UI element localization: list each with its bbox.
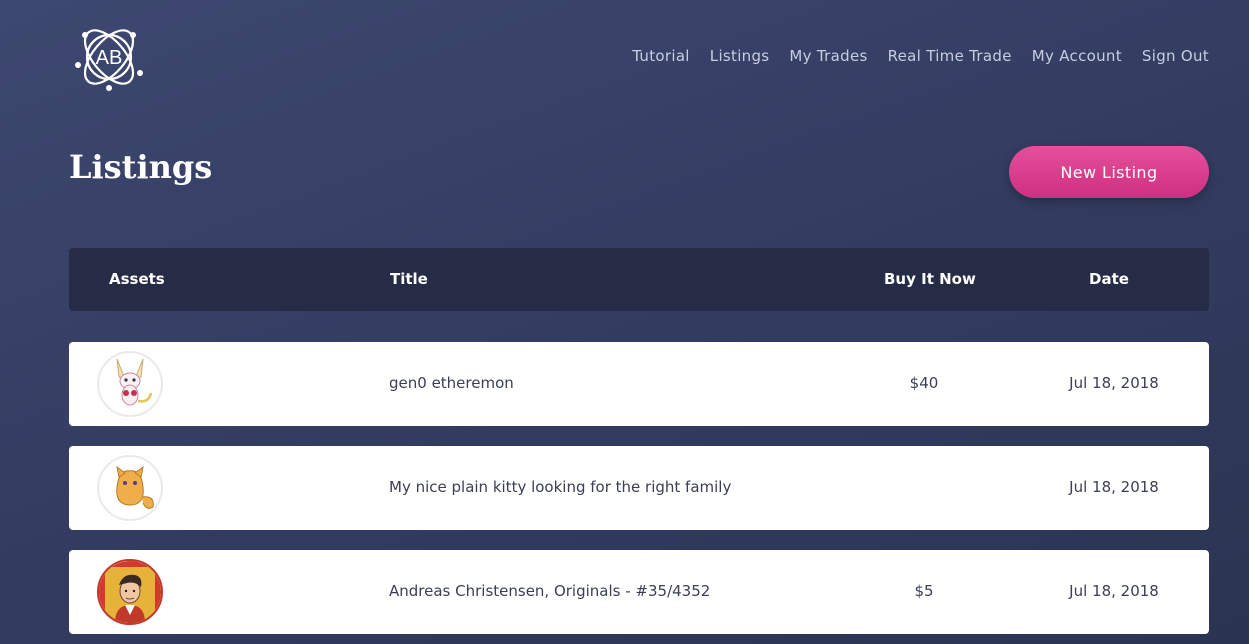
cryptokitty-icon [116, 465, 154, 509]
header-buy-it-now[interactable]: Buy It Now [884, 270, 976, 288]
table-header: Assets Title Buy It Now Date [69, 248, 1209, 311]
table-row[interactable]: gen0 etheremon $40 Jul 18, 2018 [69, 342, 1209, 426]
nav-real-time-trade[interactable]: Real Time Trade [888, 47, 1012, 65]
table-row[interactable]: Andreas Christensen, Originals - #35/435… [69, 550, 1209, 634]
listing-title[interactable]: My nice plain kitty looking for the righ… [389, 478, 731, 496]
nav-tutorial[interactable]: Tutorial [632, 47, 690, 65]
listing-price: $5 [914, 582, 934, 600]
logo-text: AB [96, 47, 123, 69]
listing-date: Jul 18, 2018 [1069, 374, 1159, 392]
nav-sign-out[interactable]: Sign Out [1142, 47, 1209, 65]
asset-avatar[interactable] [97, 351, 163, 417]
asset-avatar[interactable] [97, 455, 163, 521]
app-logo[interactable]: AB [72, 18, 146, 96]
listing-title[interactable]: gen0 etheremon [389, 374, 514, 392]
new-listing-button[interactable]: New Listing [1009, 146, 1209, 198]
header-date[interactable]: Date [1089, 270, 1129, 288]
listing-price: $40 [909, 374, 939, 392]
etheremon-creature-icon [116, 358, 153, 406]
page-title: Listings [69, 148, 213, 186]
nav-my-account[interactable]: My Account [1032, 47, 1122, 65]
table-row[interactable]: My nice plain kitty looking for the righ… [69, 446, 1209, 530]
nav-my-trades[interactable]: My Trades [789, 47, 867, 65]
header-title[interactable]: Title [390, 270, 428, 288]
header-assets[interactable]: Assets [109, 270, 165, 288]
player-card-icon [99, 561, 161, 623]
asset-avatar[interactable] [97, 559, 163, 625]
logo-icon: AB [75, 29, 143, 91]
listing-date: Jul 18, 2018 [1069, 582, 1159, 600]
top-nav: Tutorial Listings My Trades Real Time Tr… [632, 47, 1209, 65]
listing-title[interactable]: Andreas Christensen, Originals - #35/435… [389, 582, 710, 600]
listing-date: Jul 18, 2018 [1069, 478, 1159, 496]
nav-listings[interactable]: Listings [710, 47, 770, 65]
